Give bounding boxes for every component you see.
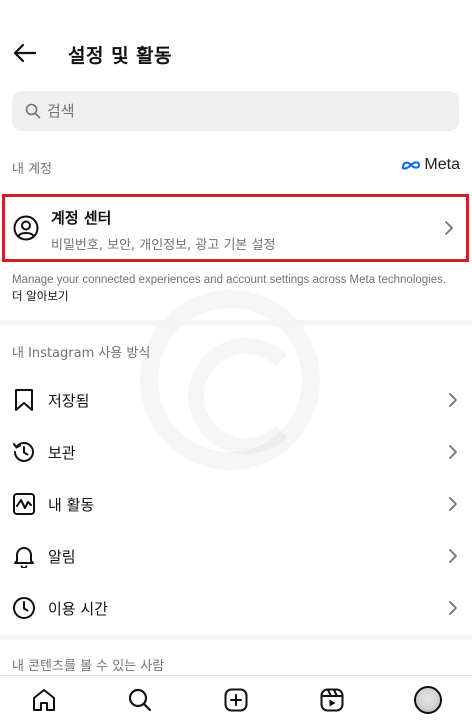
meta-logo: Meta <box>401 156 460 174</box>
arrow-left-icon <box>13 43 37 63</box>
clock-icon <box>12 596 36 620</box>
profile-avatar <box>414 686 442 714</box>
menu-item-time-spent[interactable]: 이용 시간 <box>0 582 472 634</box>
nav-profile[interactable] <box>414 686 442 714</box>
bookmark-icon <box>12 388 36 412</box>
menu-item-label: 알림 <box>48 547 76 566</box>
section-label-my-account: 내 계정 <box>12 162 53 177</box>
nav-home[interactable] <box>30 686 58 714</box>
menu-item-label: 내 활동 <box>48 495 95 514</box>
chevron-right-icon <box>449 601 457 615</box>
chevron-right-icon <box>449 549 457 563</box>
meta-infinity-icon <box>402 161 421 170</box>
menu-item-label: 보관 <box>48 443 76 462</box>
search-icon <box>25 103 41 119</box>
section-label-who-can-see: 내 콘텐츠를 볼 수 있는 사람 <box>12 659 165 674</box>
menu-item-archive[interactable]: 보관 <box>0 426 472 478</box>
archive-clock-icon <box>12 440 36 464</box>
back-button[interactable] <box>12 40 38 66</box>
chevron-right-icon <box>449 393 457 407</box>
search-icon <box>128 688 152 712</box>
menu-item-saved[interactable]: 저장됨 <box>0 374 472 426</box>
page-title: 설정 및 활동 <box>68 45 173 67</box>
search-bar[interactable] <box>12 91 459 131</box>
search-input[interactable] <box>47 102 427 120</box>
menu-item-label: 이용 시간 <box>48 599 108 618</box>
menu-item-notifications[interactable]: 알림 <box>0 530 472 582</box>
section-divider <box>0 320 472 326</box>
bottom-nav <box>0 675 472 723</box>
accounts-center-subtitle: 비밀번호, 보안, 개인정보, 광고 기본 설정 <box>51 238 276 253</box>
learn-more-link[interactable]: 더 알아보기 <box>12 289 69 303</box>
nav-create[interactable] <box>222 686 250 714</box>
nav-search[interactable] <box>126 686 154 714</box>
manage-text: Manage your connected experiences and ac… <box>12 274 447 286</box>
create-icon <box>224 688 248 712</box>
chevron-right-icon <box>449 497 457 511</box>
header <box>0 0 472 80</box>
home-icon <box>33 689 55 711</box>
account-circle-icon <box>13 215 39 241</box>
chevron-right-icon <box>449 445 457 459</box>
chevron-right-icon <box>445 221 453 235</box>
activity-icon <box>12 492 36 516</box>
menu-item-label: 저장됨 <box>48 391 90 410</box>
accounts-center-button[interactable]: 계정 센터 비밀번호, 보안, 개인정보, 광고 기본 설정 <box>2 194 469 262</box>
reels-icon <box>320 688 344 712</box>
section-label-how-you-use: 내 Instagram 사용 방식 <box>12 346 151 361</box>
accounts-center-title: 계정 센터 <box>51 209 112 227</box>
meta-wordmark: Meta <box>424 156 460 173</box>
section-divider <box>0 634 472 640</box>
accounts-center-description: Manage your connected experiences and ac… <box>12 272 452 305</box>
nav-reels[interactable] <box>318 686 346 714</box>
bell-icon <box>12 544 36 568</box>
menu-item-your-activity[interactable]: 내 활동 <box>0 478 472 530</box>
